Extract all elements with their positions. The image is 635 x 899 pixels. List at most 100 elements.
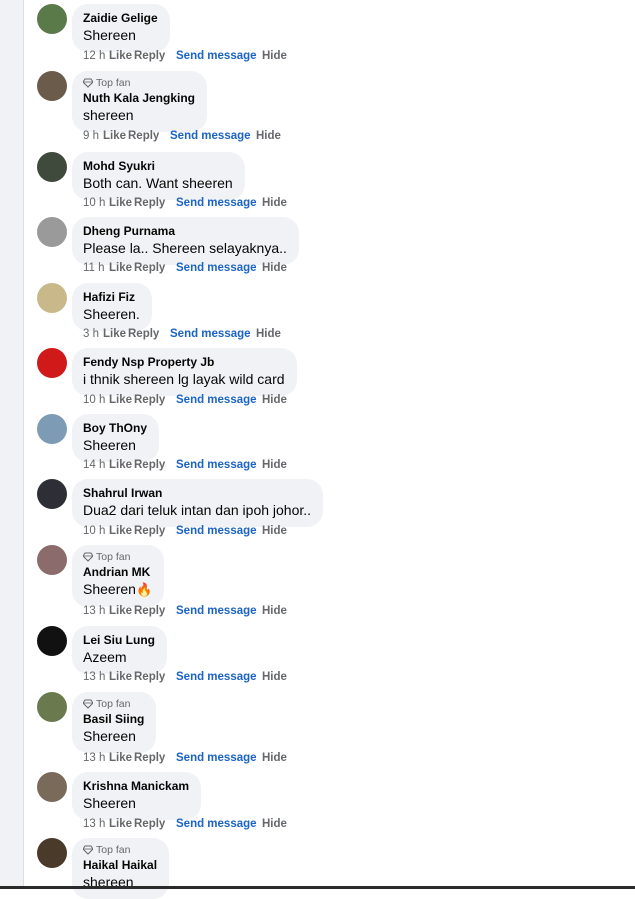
diamond-icon (83, 845, 93, 855)
comment-bubble: Top fan Nuth Kala Jengking shereen (72, 71, 208, 132)
comment-time[interactable]: 13 h (83, 752, 109, 764)
avatar[interactable] (37, 414, 67, 444)
reply-button[interactable]: Reply (128, 130, 170, 142)
hide-button[interactable]: Hide (262, 262, 287, 274)
left-panel-strip (0, 0, 24, 889)
comment-author[interactable]: Andrian MK (83, 565, 152, 580)
comment-time[interactable]: 10 h (83, 197, 109, 209)
hide-button[interactable]: Hide (256, 130, 281, 142)
comment-actions: 13 h Like Reply Send message Hide (83, 671, 287, 683)
comment-text-body: Sheeren (83, 581, 136, 597)
comment-author[interactable]: Hafizi Fiz (83, 290, 140, 305)
reply-button[interactable]: Reply (134, 818, 176, 830)
comment-time[interactable]: 12 h (83, 50, 109, 62)
comment-text: Shereen (83, 728, 136, 744)
avatar[interactable] (37, 283, 67, 313)
reply-button[interactable]: Reply (128, 328, 170, 340)
avatar[interactable] (37, 71, 67, 101)
like-button[interactable]: Like (109, 50, 134, 62)
comment-time[interactable]: 9 h (83, 130, 103, 142)
reply-button[interactable]: Reply (134, 394, 176, 406)
comment-author[interactable]: Fendy Nsp Property Jb (83, 355, 285, 370)
like-button[interactable]: Like (109, 605, 134, 617)
hide-button[interactable]: Hide (262, 459, 287, 471)
hide-button[interactable]: Hide (262, 525, 287, 537)
comment-actions: 14 h Like Reply Send message Hide (83, 459, 287, 471)
hide-button[interactable]: Hide (256, 328, 281, 340)
comment-time[interactable]: 13 h (83, 671, 109, 683)
hide-button[interactable]: Hide (262, 394, 287, 406)
send-message-button[interactable]: Send message (170, 328, 256, 340)
avatar[interactable] (37, 838, 67, 868)
comment-author[interactable]: Lei Siu Lung (83, 633, 155, 648)
hide-button[interactable]: Hide (262, 197, 287, 209)
hide-button[interactable]: Hide (262, 671, 287, 683)
comment-author[interactable]: Basil Siing (83, 712, 144, 727)
like-button[interactable]: Like (109, 752, 134, 764)
comment-author[interactable]: Nuth Kala Jengking (83, 91, 195, 106)
send-message-button[interactable]: Send message (176, 459, 262, 471)
avatar[interactable] (37, 692, 67, 722)
reply-button[interactable]: Reply (134, 605, 176, 617)
comment-actions: 10 h Like Reply Send message Hide (83, 394, 287, 406)
comment-time[interactable]: 10 h (83, 525, 109, 537)
fire-emoji-icon: 🔥 (135, 582, 153, 597)
send-message-button[interactable]: Send message (176, 525, 262, 537)
comment-author[interactable]: Dheng Purnama (83, 224, 287, 239)
like-button[interactable]: Like (109, 818, 134, 830)
send-message-button[interactable]: Send message (176, 671, 262, 683)
send-message-button[interactable]: Send message (176, 197, 262, 209)
comment-text: Shereen (83, 27, 136, 43)
send-message-button[interactable]: Send message (176, 605, 262, 617)
like-button[interactable]: Like (109, 262, 134, 274)
send-message-button[interactable]: Send message (176, 262, 262, 274)
reply-button[interactable]: Reply (134, 671, 176, 683)
reply-button[interactable]: Reply (134, 262, 176, 274)
like-button[interactable]: Like (109, 197, 134, 209)
reply-button[interactable]: Reply (134, 525, 176, 537)
comment-time[interactable]: 3 h (83, 328, 103, 340)
reply-button[interactable]: Reply (134, 459, 176, 471)
send-message-button[interactable]: Send message (176, 752, 262, 764)
like-button[interactable]: Like (109, 394, 134, 406)
comment-time[interactable]: 13 h (83, 605, 109, 617)
hide-button[interactable]: Hide (262, 605, 287, 617)
send-message-button[interactable]: Send message (170, 130, 256, 142)
comment-actions: 3 h Like Reply Send message Hide (83, 328, 281, 340)
avatar[interactable] (37, 152, 67, 182)
like-button[interactable]: Like (103, 328, 128, 340)
comment-actions: 13 h Like Reply Send message Hide (83, 605, 287, 617)
reply-button[interactable]: Reply (134, 50, 176, 62)
avatar[interactable] (37, 479, 67, 509)
comment-author[interactable]: Shahrul Irwan (83, 486, 311, 501)
like-button[interactable]: Like (109, 459, 134, 471)
hide-button[interactable]: Hide (262, 752, 287, 764)
send-message-button[interactable]: Send message (176, 50, 262, 62)
comment-author[interactable]: Krishna Manickam (83, 779, 189, 794)
send-message-button[interactable]: Send message (176, 394, 262, 406)
comment-time[interactable]: 14 h (83, 459, 109, 471)
send-message-button[interactable]: Send message (176, 818, 262, 830)
like-button[interactable]: Like (103, 130, 128, 142)
comment-text: Please la.. Shereen selayaknya.. (83, 240, 287, 256)
comment-author[interactable]: Haikal Haikal (83, 858, 157, 873)
comment-author[interactable]: Boy ThOny (83, 421, 147, 436)
avatar[interactable] (37, 772, 67, 802)
comment-time[interactable]: 11 h (83, 262, 109, 274)
reply-button[interactable]: Reply (134, 752, 176, 764)
like-button[interactable]: Like (109, 671, 134, 683)
like-button[interactable]: Like (109, 525, 134, 537)
comment-time[interactable]: 10 h (83, 394, 109, 406)
comment-author[interactable]: Mohd Syukri (83, 159, 233, 174)
avatar[interactable] (37, 545, 67, 575)
comment-author[interactable]: Zaidie Gelige (83, 11, 158, 26)
hide-button[interactable]: Hide (262, 50, 287, 62)
avatar[interactable] (37, 348, 67, 378)
avatar[interactable] (37, 217, 67, 247)
avatar[interactable] (37, 626, 67, 656)
avatar[interactable] (37, 4, 67, 34)
hide-button[interactable]: Hide (262, 818, 287, 830)
reply-button[interactable]: Reply (134, 197, 176, 209)
comment-time[interactable]: 13 h (83, 818, 109, 830)
comment-actions: 13 h Like Reply Send message Hide (83, 752, 287, 764)
